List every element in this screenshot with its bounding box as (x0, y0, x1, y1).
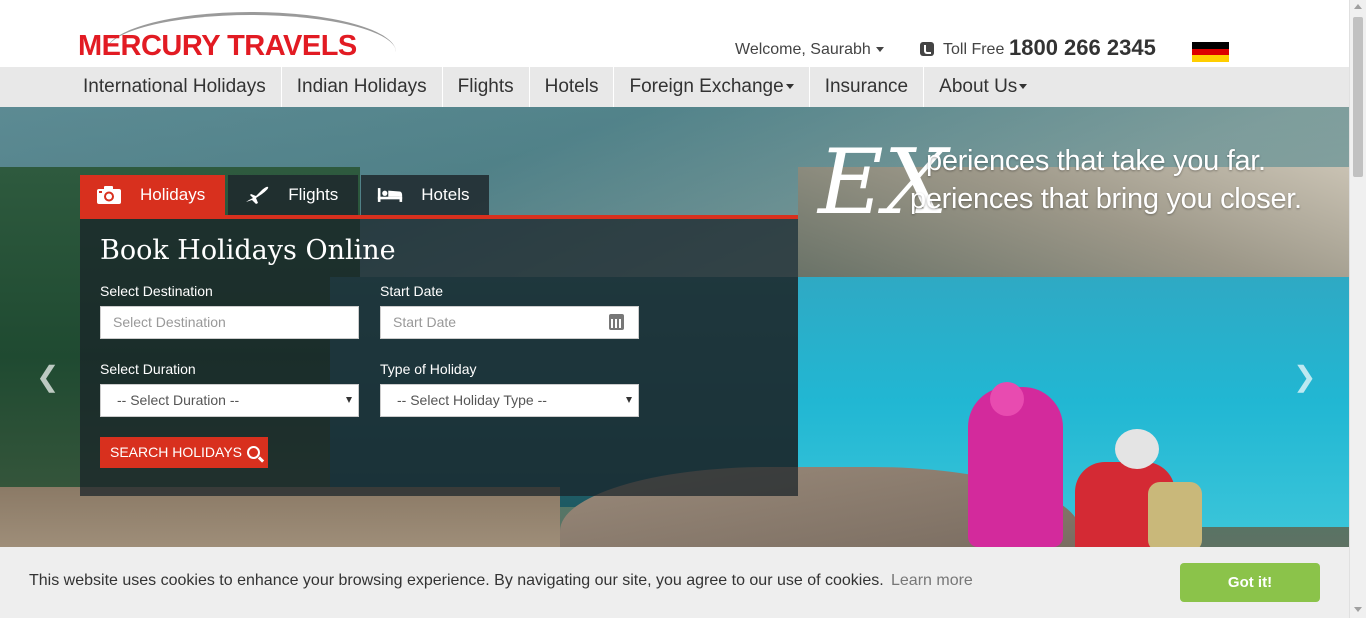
hero-carousel: EX periences that take you far. perience… (0, 107, 1349, 618)
nav-flights[interactable]: Flights (443, 67, 530, 107)
holiday-type-value: -- Select Holiday Type -- (397, 392, 547, 408)
hero-image-hiker-hat (1115, 429, 1159, 469)
page-scrollbar[interactable] (1349, 0, 1366, 618)
holiday-type-label: Type of Holiday (380, 361, 477, 377)
hero-image-hiker-head (990, 382, 1024, 416)
phone-icon (920, 42, 934, 56)
select-caret-icon (346, 397, 352, 403)
destination-placeholder: Select Destination (113, 314, 226, 330)
booking-panel: Book Holidays Online Select Destination … (80, 215, 798, 496)
site-header: MERCURY TRAVELS Welcome, Saurabh Toll Fr… (0, 0, 1349, 67)
duration-value: -- Select Duration -- (117, 392, 240, 408)
tab-hotels-label: Hotels (421, 185, 470, 204)
duration-select[interactable]: -- Select Duration -- (100, 384, 359, 417)
cookie-learn-more-link[interactable]: Learn more (891, 572, 973, 590)
nav-insurance[interactable]: Insurance (810, 67, 925, 107)
caret-down-icon (1019, 84, 1028, 90)
start-date-input[interactable]: Start Date (380, 306, 639, 339)
welcome-label: Welcome, Saurabh (735, 41, 871, 58)
destination-label: Select Destination (100, 283, 213, 299)
hero-image-backpack (1148, 482, 1202, 552)
toll-free-label: Toll Free (943, 41, 1005, 58)
tab-flights-label: Flights (288, 185, 339, 204)
start-date-label: Start Date (380, 283, 444, 299)
scroll-thumb[interactable] (1353, 17, 1363, 177)
nav-about-us[interactable]: About Us (924, 67, 1042, 107)
slogan-line-2: periences that bring you closer. (910, 183, 1302, 215)
select-caret-icon (626, 397, 632, 403)
scroll-down-icon[interactable] (1354, 607, 1362, 612)
caret-down-icon (785, 84, 794, 90)
carousel-next-icon[interactable]: ❯ (1293, 363, 1316, 391)
tab-holidays[interactable]: Holidays (80, 175, 226, 215)
slogan-line-1: periences that take you far. (926, 145, 1266, 177)
nav-foreign-exchange[interactable]: Foreign Exchange (614, 67, 810, 107)
cookie-message: This website uses cookies to enhance you… (29, 572, 884, 589)
search-holidays-button[interactable]: SEARCH HOLIDAYS (100, 437, 268, 468)
cookie-banner: This website uses cookies to enhance you… (0, 547, 1349, 618)
camera-icon (97, 186, 121, 204)
nav-hotels[interactable]: Hotels (530, 67, 615, 107)
bed-icon (378, 188, 403, 202)
nav-international-holidays[interactable]: International Holidays (68, 67, 282, 107)
plane-icon (246, 186, 269, 204)
tab-flights[interactable]: Flights (228, 175, 359, 215)
calendar-icon[interactable] (609, 314, 624, 330)
duration-label: Select Duration (100, 361, 196, 377)
search-icon (247, 446, 260, 459)
mercury-travels-logo[interactable]: MERCURY TRAVELS (78, 8, 398, 62)
tab-holidays-label: Holidays (140, 185, 206, 204)
holiday-type-select[interactable]: -- Select Holiday Type -- (380, 384, 639, 417)
start-date-placeholder: Start Date (393, 314, 457, 330)
destination-input[interactable]: Select Destination (100, 306, 359, 339)
booking-title: Book Holidays Online (100, 235, 396, 266)
tab-hotels[interactable]: Hotels (361, 175, 490, 215)
hero-slogan: EX periences that take you far. perience… (818, 133, 1338, 243)
scroll-up-icon[interactable] (1354, 4, 1362, 9)
booking-tabs: Holidays Flights Hotels (80, 175, 492, 215)
search-holidays-label: SEARCH HOLIDAYS (110, 444, 242, 460)
carousel-prev-icon[interactable]: ❮ (36, 363, 59, 391)
cookie-accept-button[interactable]: Got it! (1180, 563, 1320, 602)
germany-flag-icon[interactable] (1192, 42, 1229, 62)
toll-free-number[interactable]: 1800 266 2345 (1009, 35, 1156, 61)
welcome-user-menu[interactable]: Welcome, Saurabh (735, 41, 884, 59)
nav-indian-holidays[interactable]: Indian Holidays (282, 67, 443, 107)
caret-down-icon (875, 47, 884, 53)
logo-text: MERCURY TRAVELS (78, 30, 357, 62)
main-nav: International Holidays Indian Holidays F… (0, 67, 1349, 107)
